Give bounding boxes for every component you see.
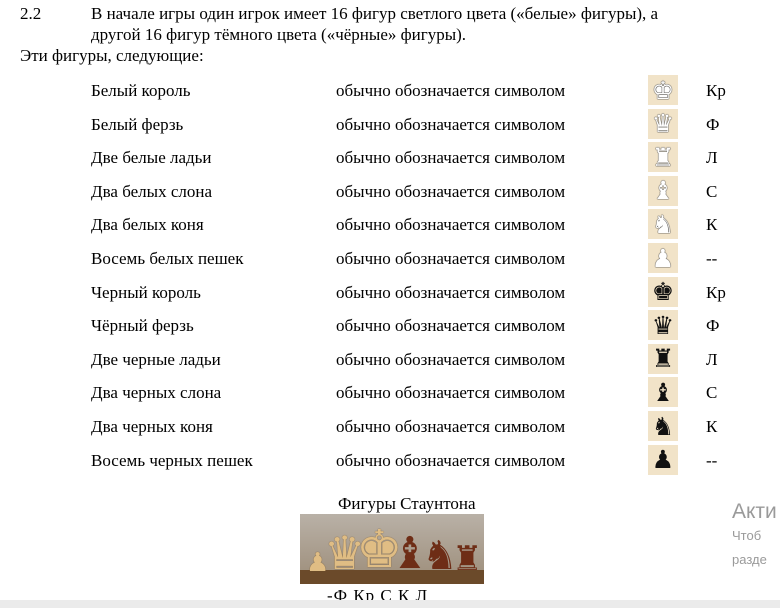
figure-caption: Фигуры Стаунтона [338, 494, 476, 513]
piece-row: Белый король обычно обозначается символом… [0, 74, 780, 106]
piece-name: Два белых слона [91, 181, 212, 201]
piece-name: Черный король [91, 282, 201, 302]
activation-watermark-line-1: Акти [732, 500, 777, 523]
piece-description: обычно обозначается символом [336, 114, 566, 134]
piece-symbol: -- [706, 249, 718, 268]
piece-row: Восемь белых пешек обычно обозначается си… [0, 242, 780, 274]
intro-text: Эти фигуры, следующие: [20, 46, 204, 65]
white-pawn-icon: ♟ [648, 243, 678, 273]
taskbar-strip [0, 600, 780, 608]
activation-watermark-line-2: Чтоб [732, 528, 762, 543]
piece-description: обычно обозначается символом [336, 450, 566, 470]
piece-row: Два черных коня обычно обозначается симво… [0, 410, 780, 442]
piece-symbol: Ф [706, 316, 720, 336]
white-rook-icon: ♜ [648, 142, 678, 173]
piece-row: Два белых коня обычно обозначается символ… [0, 208, 780, 240]
piece-symbol: С [706, 383, 718, 403]
black-rook-icon: ♜ [648, 343, 678, 374]
white-bishop-icon: ♝ [648, 175, 678, 206]
piece-name: Восемь черных пешек [91, 450, 253, 470]
piece-symbol: Л [706, 148, 718, 168]
piece-row: Две белые ладьи обычно обозначается симво… [0, 141, 780, 173]
staunton-pieces-photo: ♟ ♛ ♚ ♝ ♞ ♜ [300, 514, 484, 584]
black-king-icon: ♚ [648, 276, 678, 307]
piece-description: обычно обозначается символом [336, 282, 566, 302]
piece-name: Две белые ладьи [91, 148, 212, 168]
piece-name: Две черные ладьи [91, 349, 221, 369]
black-knight-icon: ♞ [648, 411, 678, 441]
piece-symbol: -- [706, 450, 718, 470]
piece-symbol: Л [706, 349, 718, 369]
piece-symbol: Кр [706, 282, 726, 302]
white-queen-icon: ♛ [648, 108, 678, 139]
piece-description: обычно обозначается символом [336, 215, 566, 235]
piece-description: обычно обозначается символом [336, 417, 566, 436]
piece-symbol: Кр [706, 81, 726, 100]
piece-row: Чёрный ферзь обычно обозначается символом… [0, 309, 780, 341]
paragraph-line-2: другой 16 фигур тёмного цвета («чёрные» … [91, 25, 467, 44]
paragraph-line-1: В начале игры один игрок имеет 16 фигур … [91, 4, 659, 23]
piece-description: обычно обозначается символом [336, 81, 566, 100]
piece-row: Белый ферзь обычно обозначается символом ♛… [0, 108, 780, 140]
piece-description: обычно обозначается символом [336, 316, 566, 336]
piece-row: Черный король обычно обозначается символо… [0, 276, 780, 308]
piece-description: обычно обозначается символом [336, 249, 566, 268]
black-pawn-icon: ♟ [648, 444, 678, 475]
piece-description: обычно обозначается символом [336, 148, 566, 168]
piece-name: Два черных слона [91, 383, 222, 403]
black-bishop-icon: ♝ [648, 377, 678, 408]
piece-name: Белый ферзь [91, 114, 184, 134]
section-number: 2.2 [20, 4, 42, 23]
piece-description: обычно обозначается символом [336, 181, 566, 201]
piece-row: Восемь черных пешек обычно обозначается с… [0, 444, 780, 476]
white-knight-icon: ♞ [648, 209, 678, 240]
piece-name: Белый король [91, 81, 191, 100]
black-queen-icon: ♛ [648, 310, 678, 341]
piece-name: Чёрный ферзь [91, 316, 194, 336]
white-king-icon: ♚ [648, 75, 678, 105]
piece-row: Две черные ладьи обычно обозначается симв… [0, 343, 780, 375]
piece-row: Два белых слона обычно обозначается симво… [0, 175, 780, 207]
piece-name: Два черных коня [91, 417, 213, 436]
piece-row: Два черных слона обычно обозначается симв… [0, 376, 780, 408]
piece-symbol: Ф [706, 114, 720, 134]
piece-symbol: С [706, 181, 718, 201]
piece-description: обычно обозначается символом [336, 349, 566, 369]
activation-watermark-line-3: разде [732, 552, 767, 567]
piece-name: Два белых коня [91, 215, 204, 235]
piece-name: Восемь белых пешек [91, 249, 244, 268]
piece-description: обычно обозначается символом [336, 383, 566, 403]
piece-symbol: К [706, 417, 718, 436]
piece-symbol: К [706, 215, 718, 235]
photo-rook: ♜ [452, 539, 483, 579]
